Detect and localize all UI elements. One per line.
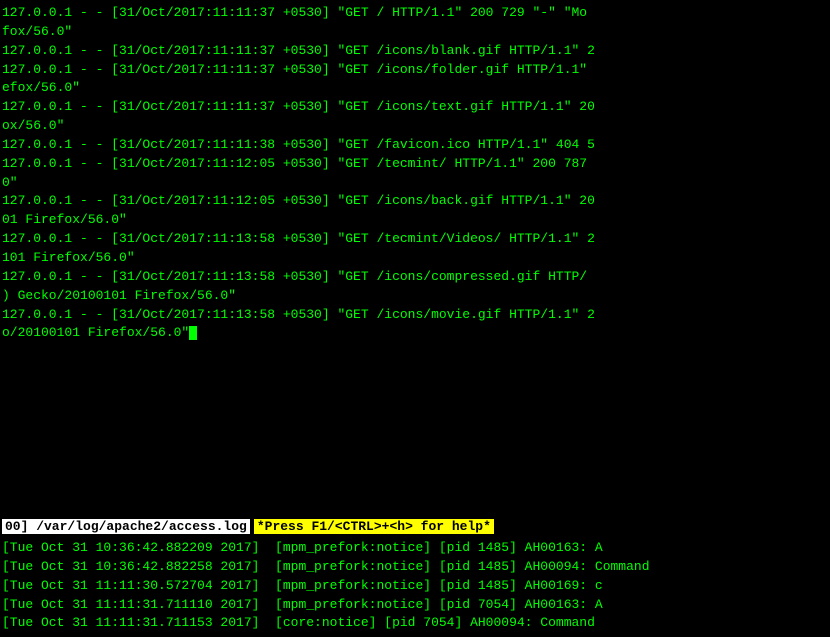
terminal-bottom-section: [Tue Oct 31 10:36:42.882209 2017] [mpm_p… xyxy=(0,537,830,637)
status-bar: 00] /var/log/apache2/access.log *Press F… xyxy=(0,515,830,537)
terminal-top-section: 127.0.0.1 - - [31/Oct/2017:11:11:37 +053… xyxy=(0,0,830,515)
status-help-text: *Press F1/<CTRL>+<h> for help* xyxy=(254,519,494,534)
cursor xyxy=(189,326,197,340)
status-filename: 00] /var/log/apache2/access.log xyxy=(2,519,250,534)
